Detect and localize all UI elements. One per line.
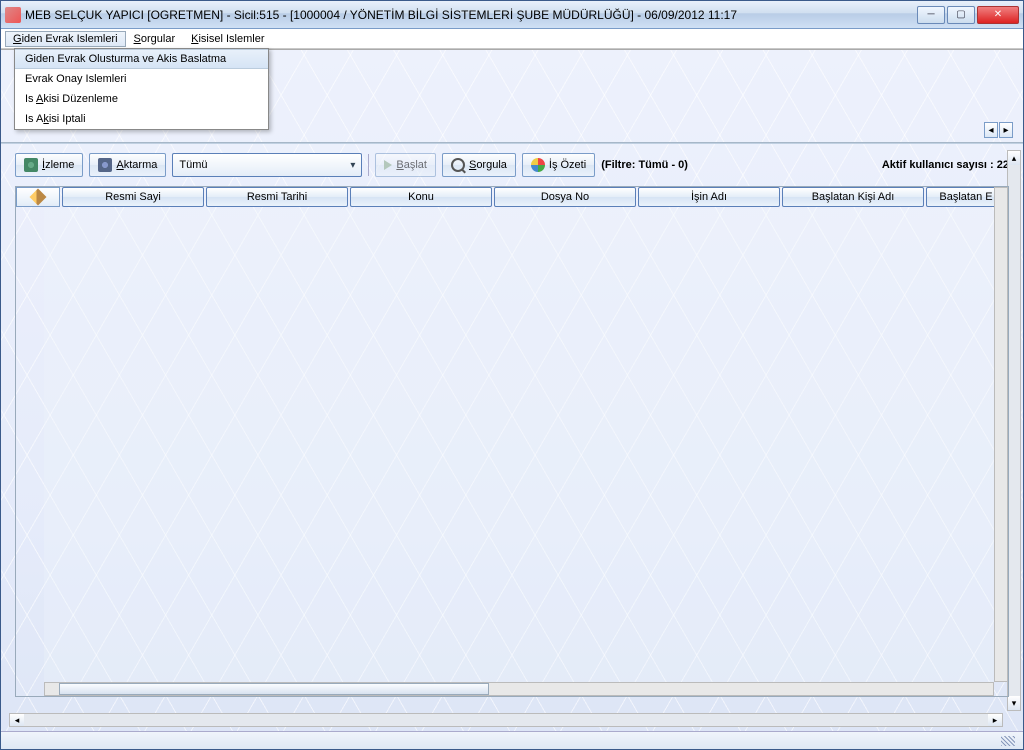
statusbar — [1, 731, 1023, 749]
menu-item-olusturma[interactable]: Giden Evrak Olusturma ve Akis Baslatma — [15, 49, 268, 69]
baslat-button[interactable]: Başlat — [375, 153, 436, 177]
menubar: Giden Evrak Islemleri Sorgular Kisisel I… — [1, 29, 1023, 49]
close-button[interactable]: ✕ — [977, 6, 1019, 24]
grid-headers: Resmi Sayi Resmi Tarihi Konu Dosya No İş… — [62, 187, 1008, 207]
menu-item-onay[interactable]: Evrak Onay Islemleri — [15, 69, 268, 89]
combo-value: Tümü — [179, 159, 207, 171]
dropdown-menu: Giden Evrak Olusturma ve Akis Baslatma E… — [14, 48, 269, 130]
grid-corner[interactable] — [16, 187, 60, 207]
col-konu[interactable]: Konu — [350, 187, 492, 207]
titlebar[interactable]: MEB SELÇUK YAPICI [OGRETMEN] - Sicil:515… — [1, 1, 1023, 29]
outer-horizontal-scrollbar[interactable]: ◂ ▸ — [9, 713, 1003, 727]
active-users-label: Aktif kullanıcı sayısı : 22 — [882, 159, 1009, 171]
scroll-left-icon[interactable]: ◂ — [10, 714, 24, 726]
isozeti-label: İş Özeti — [549, 159, 586, 171]
java-icon — [5, 7, 21, 23]
menu-item-iptal[interactable]: Is Akisi Iptali — [15, 109, 268, 129]
search-icon — [451, 158, 465, 172]
grid-viewport[interactable] — [44, 209, 994, 682]
grid-horizontal-scrollbar[interactable] — [44, 682, 994, 696]
maximize-button[interactable]: ▢ — [947, 6, 975, 24]
pencil-icon — [30, 189, 47, 206]
isozeti-button[interactable]: İş Özeti — [522, 153, 595, 177]
toolbar: İzleme Aktarma Tümü ▾ Başlat Sorgula İş — [15, 150, 1009, 180]
tab-prev-button[interactable]: ◂ — [984, 122, 998, 138]
content-area: ◂ ▸ İzleme Aktarma Tümü ▾ Başlat — [1, 49, 1023, 731]
data-grid: Resmi Sayi Resmi Tarihi Konu Dosya No İş… — [15, 186, 1009, 697]
sorgula-button[interactable]: Sorgula — [442, 153, 516, 177]
col-dosya-no[interactable]: Dosya No — [494, 187, 636, 207]
izleme-button[interactable]: İzleme — [15, 153, 83, 177]
scrollbar-track[interactable] — [24, 714, 988, 726]
play-icon — [384, 160, 392, 170]
menu-sorgular[interactable]: Sorgular — [126, 31, 184, 47]
scroll-up-icon[interactable]: ▴ — [1008, 151, 1020, 165]
aktarma-icon — [98, 158, 112, 172]
resize-grip-icon[interactable] — [1001, 736, 1015, 746]
filter-status: (Filtre: Tümü - 0) — [601, 159, 688, 171]
outer-vertical-scrollbar[interactable]: ▴ ▾ — [1007, 150, 1021, 711]
filter-combo[interactable]: Tümü ▾ — [172, 153, 362, 177]
menu-item-duzenleme[interactable]: Is Akisi Düzenleme — [15, 89, 268, 109]
col-resmi-tarihi[interactable]: Resmi Tarihi — [206, 187, 348, 207]
window-controls: ─ ▢ ✕ — [917, 6, 1019, 24]
aktarma-button[interactable]: Aktarma — [89, 153, 166, 177]
grid-body — [16, 209, 994, 682]
minimize-button[interactable]: ─ — [917, 6, 945, 24]
scroll-right-icon[interactable]: ▸ — [988, 714, 1002, 726]
menu-kisisel[interactable]: Kisisel Islemler — [183, 31, 272, 47]
col-resmi-sayi[interactable]: Resmi Sayi — [62, 187, 204, 207]
col-baslatan-kisi[interactable]: Başlatan Kişi Adı — [782, 187, 924, 207]
window-title: MEB SELÇUK YAPICI [OGRETMEN] - Sicil:515… — [25, 8, 917, 22]
chart-icon — [531, 158, 545, 172]
tab-nav-arrows: ◂ ▸ — [984, 122, 1013, 138]
separator — [1, 142, 1023, 144]
izleme-icon — [24, 158, 38, 172]
tab-next-button[interactable]: ▸ — [999, 122, 1013, 138]
scrollbar-thumb[interactable] — [59, 683, 489, 695]
app-window: MEB SELÇUK YAPICI [OGRETMEN] - Sicil:515… — [0, 0, 1024, 750]
col-isin-adi[interactable]: İşin Adı — [638, 187, 780, 207]
grid-vertical-scrollbar[interactable] — [994, 187, 1008, 682]
chevron-down-icon: ▾ — [350, 160, 355, 171]
menu-giden-evrak[interactable]: Giden Evrak Islemleri — [5, 31, 126, 47]
scroll-down-icon[interactable]: ▾ — [1008, 696, 1020, 710]
toolbar-separator — [368, 154, 369, 176]
